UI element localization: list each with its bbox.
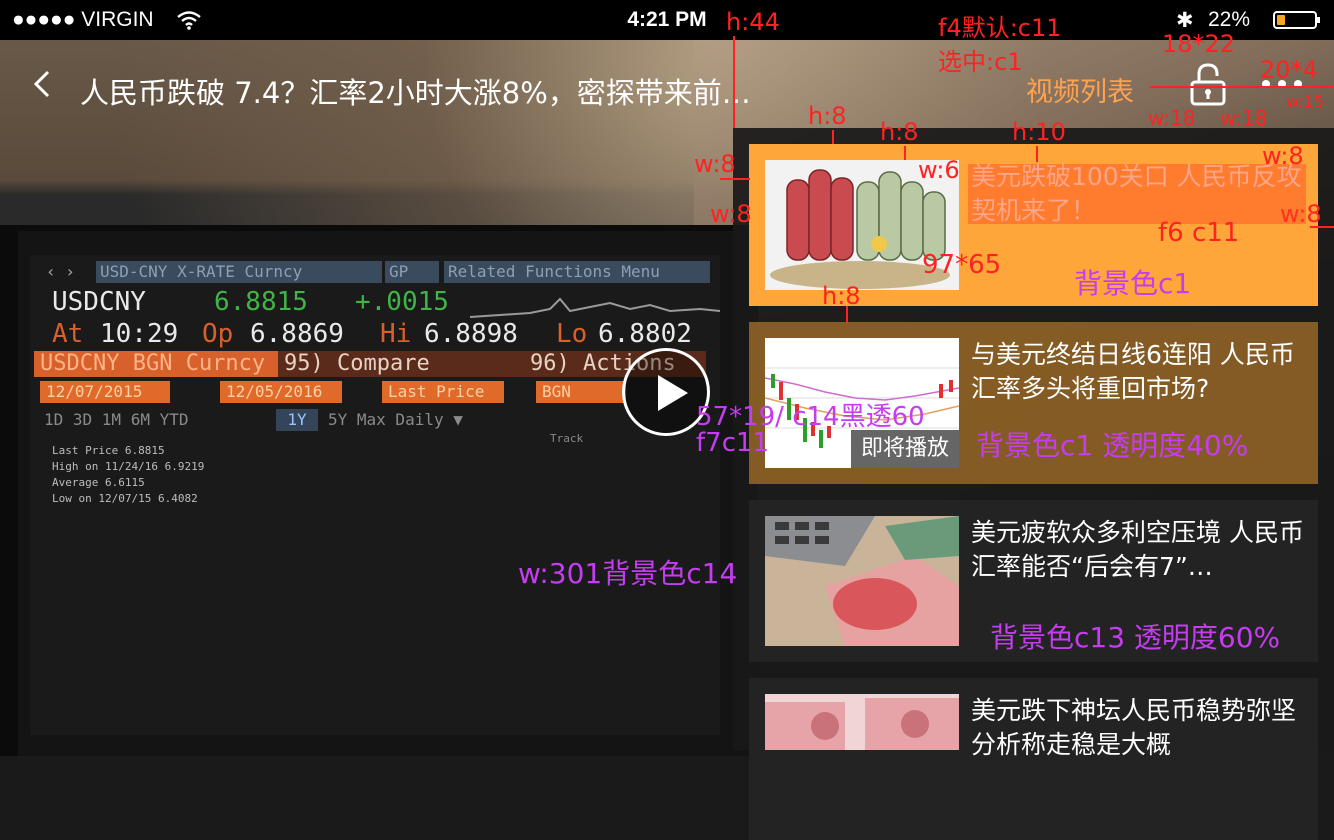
terminal-date-from: 12/07/2015: [40, 381, 170, 403]
battery-percent: 22%: [1208, 8, 1251, 31]
annotation-line: [1150, 86, 1334, 88]
up-next-badge: 即将播放: [851, 430, 959, 468]
battery-icon: [1273, 11, 1320, 29]
chevron-left-icon[interactable]: [30, 70, 58, 98]
terminal-compare: 95) Compare: [278, 351, 530, 377]
annotation-w6: w:6: [918, 156, 960, 184]
annotation-w18-a: w:18: [1148, 106, 1196, 130]
status-time: 4:21 PM: [627, 8, 707, 31]
annotation-h8-b: h:8: [880, 118, 919, 146]
annotation-bg-c1: 背景色c1: [1074, 267, 1192, 300]
terminal-date-to: 12/05/2016: [220, 381, 342, 403]
terminal-lo-label: Lo: [556, 319, 588, 349]
video-title: 人民币跌破 7.4？汇率2小时大涨8%，密探带来前…: [80, 76, 751, 110]
terminal-price: 6.8815: [214, 287, 308, 317]
terminal-track: Track: [550, 432, 584, 445]
terminal-legend-high: High on 11/24/16 6.9219: [52, 460, 205, 473]
terminal-gp-field: GP: [385, 261, 439, 283]
annotation-f7c11: f7c11: [696, 428, 770, 458]
annotation-w301: w:301背景色c14: [518, 557, 738, 590]
annotation-line: [832, 130, 834, 144]
video-list-button[interactable]: 视频列表: [1026, 70, 1134, 109]
video-top-bar: 人民币跌破 7.4？汇率2小时大涨8%，密探带来前… 视频列表: [0, 40, 1334, 130]
terminal-curncy: USDCNY BGN Curncy: [34, 351, 284, 377]
annotation-size-20x4: 20*4: [1260, 56, 1318, 84]
terminal-related-menu: Related Functions Menu: [444, 261, 710, 283]
terminal-period-selected: 1Y: [276, 409, 318, 431]
terminal-legend-last: Last Price 6.8815: [52, 444, 165, 457]
annotation-line: [1310, 226, 1334, 228]
annotation-size-18x22: 18*22: [1162, 30, 1236, 58]
terminal-op-value: 6.8869: [250, 319, 344, 349]
terminal-screen: ‹ › USD-CNY X-RATE Curncy GP Related Fun…: [30, 255, 720, 735]
terminal-arrows: ‹ ›: [46, 262, 75, 281]
video-list-item-title: 美元跌下神坛人民币稳势弥坚 分析称走稳是大概: [971, 696, 1297, 759]
terminal-change: +.0015: [355, 287, 449, 317]
annotation-f6-c11: f6 c11: [1158, 218, 1240, 248]
terminal-periods: 1D 3D 1M 6M YTD: [44, 410, 189, 429]
terminal-hi-value: 6.8898: [424, 319, 518, 349]
annotation-line: [733, 36, 735, 128]
terminal-legend-avg: Average 6.6115: [52, 476, 145, 489]
video-list-item-title: 美元疲软众多利空压境 人民币汇率能否“后会有7”…: [971, 518, 1304, 581]
annotation-h8-top: h:8: [808, 102, 847, 130]
status-bar: ●●●●● VIRGIN 4:21 PM ✱ 22%: [0, 0, 1334, 40]
terminal-legend-low: Low on 12/07/15 6.4082: [52, 492, 198, 505]
annotation-bg-c13-alpha: 背景色c13 透明度60%: [990, 621, 1281, 654]
lock-icon[interactable]: [1190, 62, 1226, 106]
terminal-at-label: At: [52, 319, 84, 349]
video-list-item[interactable]: 美元跌下神坛人民币稳势弥坚 分析称走稳是大概: [749, 678, 1318, 840]
terminal-bgn: BGN: [536, 381, 626, 403]
annotation-h8-mid: h:8: [822, 282, 861, 310]
annotation-w18-b: w:18: [1220, 106, 1268, 130]
rmb-notes-image: [765, 694, 959, 750]
terminal-lo-value: 6.8802: [598, 319, 692, 349]
annotation-97x65: 97*65: [922, 250, 1002, 280]
annotation-title-highlight: [968, 164, 1306, 224]
annotation-line: [1036, 146, 1038, 162]
terminal-op-label: Op: [202, 319, 234, 349]
annotation-line: [846, 306, 848, 322]
battery-fill: [1277, 15, 1285, 25]
annotation-h10: h:10: [1012, 118, 1066, 146]
terminal-security-field: USD-CNY X-RATE Curncy: [96, 261, 382, 283]
annotation-w8-b: w:8: [710, 200, 752, 228]
terminal-hi-label: Hi: [380, 319, 412, 349]
annotation-f4-default: f4默认:c11: [938, 14, 1062, 42]
annotation-w15: w:15: [1286, 92, 1324, 111]
annotation-selected-c1: 选中:c1: [938, 48, 1023, 76]
terminal-periods-after: 5Y Max Daily ▼: [328, 410, 463, 429]
video-list-item-title: 与美元终结日线6连阳 人民币汇率多头将重回市场?: [971, 340, 1295, 403]
annotation-bg-c1-alpha: 背景色c1 透明度40%: [976, 429, 1249, 462]
terminal-at-time: 10:29: [100, 319, 179, 349]
calculator-money-image: [765, 516, 959, 646]
annotation-w8-a: w:8: [694, 150, 736, 178]
terminal-last-price: Last Price: [382, 381, 504, 403]
annotation-line: [720, 178, 750, 180]
annotation-line: [904, 146, 906, 160]
annotation-h44: h:44: [726, 8, 780, 36]
terminal-ticker: USDCNY: [52, 287, 146, 317]
